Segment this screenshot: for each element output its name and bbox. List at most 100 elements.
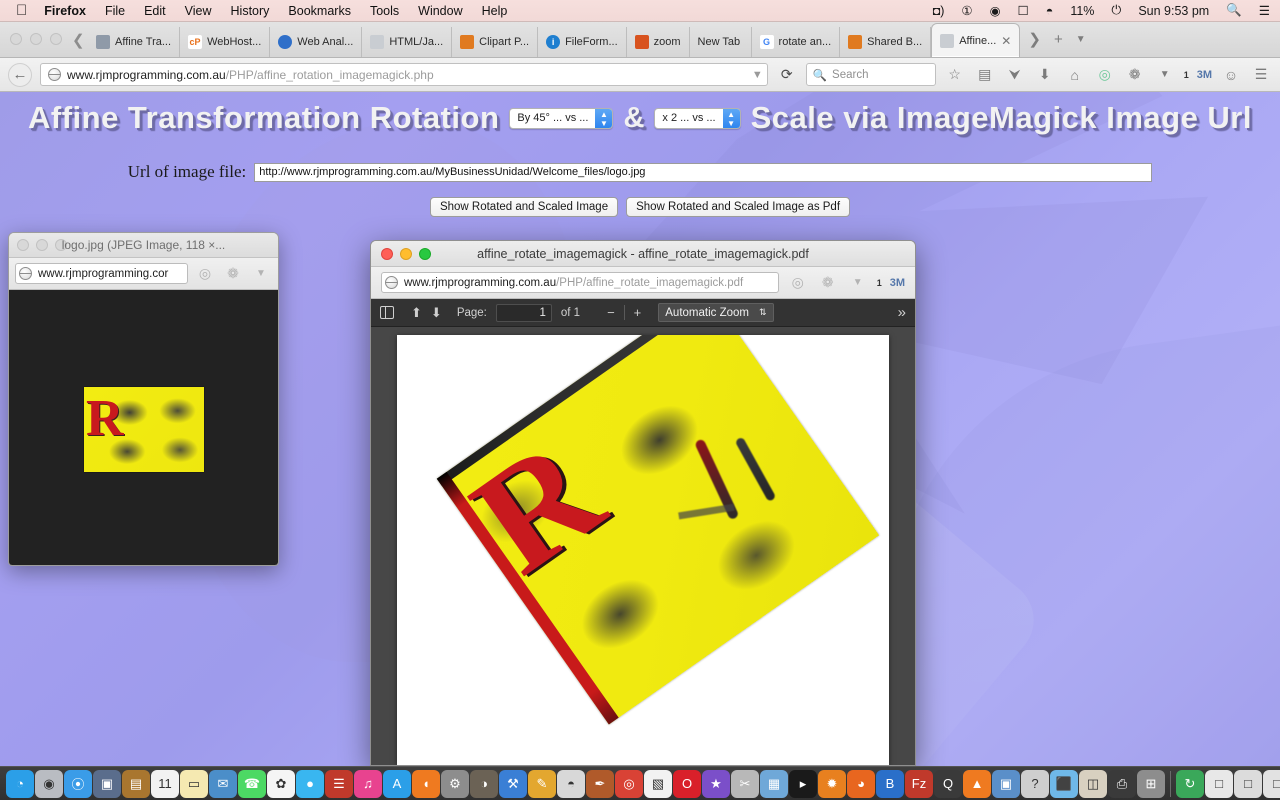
reload-icon[interactable]: ⟳ (776, 66, 798, 83)
minus-icon[interactable]: − (607, 305, 615, 320)
dock-item-ibooks[interactable]: ◖ (412, 769, 440, 798)
dock-item-sync-folder[interactable]: ↻ (1176, 769, 1204, 798)
dock-item-xcode[interactable]: ⚒ (499, 769, 527, 798)
image-url-input[interactable]: http://www.rjmprogramming.com.au/MyBusin… (254, 162, 1153, 182)
dock-item-document-window-3[interactable]: □ (1263, 769, 1280, 798)
clock[interactable]: Sun 9:53 pm (1138, 4, 1209, 18)
pocket-shield-icon[interactable]: ⮟ (1004, 66, 1026, 83)
logo-window-address-bar[interactable]: www.rjmprogramming.cor (15, 263, 188, 284)
sync-circle-icon[interactable]: ◎ (194, 265, 216, 282)
downloads-icon[interactable]: ⬇ (1034, 66, 1056, 83)
menu-item-help[interactable]: Help (482, 4, 508, 18)
sync-circle-icon[interactable]: ◎ (787, 274, 809, 291)
tab-new-tab[interactable]: New Tab (690, 27, 752, 57)
dock-item-virtualbox[interactable]: ⬛ (1050, 769, 1078, 798)
menu-item-tools[interactable]: Tools (370, 4, 399, 18)
battery-charging-icon[interactable]: ⏻ (1111, 3, 1121, 18)
addon-dropdown-icon[interactable]: ▼ (1154, 69, 1176, 80)
dock-item-mail-news[interactable]: ✉ (209, 769, 237, 798)
dock-item-screen-sharing[interactable]: ▣ (992, 769, 1020, 798)
arrow-up-icon[interactable]: ⬆ (411, 305, 422, 321)
dock-item-system-preferences[interactable]: ⚙ (441, 769, 469, 798)
dock-item-textedit[interactable]: ▧ (644, 769, 672, 798)
dock-item-opera[interactable]: O (673, 769, 701, 798)
bittorrent-status-icon[interactable]: ① (961, 3, 972, 18)
dock-item-notes[interactable]: ▭ (180, 769, 208, 798)
dock-item-launchpad[interactable]: ◉ (35, 769, 63, 798)
dock-item-photos-booth[interactable]: ▣ (93, 769, 121, 798)
dock-item-safari[interactable]: ⦿ (64, 769, 92, 798)
dock-item-photos[interactable]: ✿ (267, 769, 295, 798)
dock-item-coteditor[interactable]: ✎ (528, 769, 556, 798)
pdf-window-address-bar[interactable]: www.rjmprogramming.com.au/PHP/affine_rot… (381, 272, 779, 293)
dock-item-firefox[interactable]: ◕ (847, 769, 875, 798)
dock-item-filezilla[interactable]: Fz (905, 769, 933, 798)
dock-item-quicktime[interactable]: Q (934, 769, 962, 798)
maximize-window-button[interactable] (419, 247, 431, 260)
addon-icon[interactable]: ❁ (1124, 66, 1146, 83)
tab-clipart[interactable]: Clipart P... (452, 27, 539, 57)
rotation-select[interactable]: By 45° ... vs ... ▲ ▼ (509, 107, 614, 129)
dock-item-inkscape[interactable]: ★ (702, 769, 730, 798)
show-rotated-scaled-image-button[interactable]: Show Rotated and Scaled Image (429, 197, 619, 217)
tab-fileformat[interactable]: i FileForm... (538, 27, 627, 57)
notification-center-icon[interactable]: ☰ (1259, 3, 1270, 18)
dock-item-bittorrent[interactable]: B (876, 769, 904, 798)
spotlight-search-icon[interactable]: 🔍 (1226, 3, 1242, 18)
dock-item-calculator[interactable]: ⊞ (1137, 769, 1165, 798)
addon-icon[interactable]: ❁ (222, 265, 244, 282)
chevron-right-icon[interactable]: ❯ (1028, 30, 1041, 48)
maximize-window-button[interactable] (50, 33, 62, 45)
dock-item-finder[interactable]: ◔ (6, 769, 34, 798)
plus-icon[interactable]: + (634, 305, 642, 320)
close-window-button[interactable] (10, 33, 22, 45)
close-icon[interactable]: ✕ (1001, 34, 1011, 48)
broadcast-icon[interactable]: ◘) (933, 4, 945, 18)
logo-window-title-bar[interactable]: logo.jpg (JPEG Image, 118 ×... (9, 233, 278, 258)
sync-status-icon[interactable]: ◉ (990, 3, 1001, 18)
dock-item-calendar[interactable]: 11 (151, 769, 179, 798)
plus-icon[interactable]: + (1054, 31, 1063, 48)
chevron-down-icon[interactable]: ▼ (847, 277, 869, 288)
dock-item-dictionary[interactable]: ◫ (1079, 769, 1107, 798)
dock-item-terminal[interactable]: ▸ (789, 769, 817, 798)
airplay-icon[interactable]: ☐ (1018, 3, 1029, 18)
dock-item-facetime[interactable]: ☎ (238, 769, 266, 798)
dock-item-unknown-app[interactable]: ? (1021, 769, 1049, 798)
menu-item-history[interactable]: History (231, 4, 270, 18)
dock-item-chrome[interactable]: ◎ (615, 769, 643, 798)
sync-circle-icon[interactable]: ◎ (1094, 66, 1116, 83)
pdf-viewport[interactable]: R (371, 327, 915, 765)
dock-item-app-store[interactable]: A (383, 769, 411, 798)
menu-item-file[interactable]: File (105, 4, 125, 18)
close-window-button[interactable] (17, 239, 29, 251)
scale-select[interactable]: x 2 ... vs ... ▲ ▼ (654, 107, 741, 129)
dock-item-sketchup[interactable]: ◓ (557, 769, 585, 798)
dock-item-printer[interactable]: ⎙ (1108, 769, 1136, 798)
minimize-window-button[interactable] (400, 247, 412, 260)
double-chevron-right-icon[interactable]: » (898, 304, 906, 321)
feedback-smiley-icon[interactable]: ☺ (1220, 67, 1242, 83)
address-bar[interactable]: www.rjmprogramming.com.au/PHP/affine_rot… (40, 63, 768, 86)
menu-item-window[interactable]: Window (418, 4, 462, 18)
minimize-window-button[interactable] (30, 33, 42, 45)
pdf-window[interactable]: affine_rotate_imagemagick - affine_rotat… (370, 240, 916, 766)
dock-item-messages[interactable]: ● (296, 769, 324, 798)
tab-html-javascript[interactable]: HTML/Ja... (362, 27, 453, 57)
back-arrow-icon[interactable]: ← (8, 62, 32, 87)
dock-item-paint[interactable]: ✒ (586, 769, 614, 798)
dock-item-avast[interactable]: ✹ (818, 769, 846, 798)
tab-affine-active[interactable]: Affine... ✕ (931, 23, 1021, 57)
dock-item-dvd-player[interactable]: ☰ (325, 769, 353, 798)
window-traffic-lights[interactable] (10, 33, 62, 45)
addon-icon[interactable]: ❁ (817, 274, 839, 291)
tab-webhost[interactable]: cP WebHost... (180, 27, 271, 57)
dock-item-gimp[interactable]: ◑ (470, 769, 498, 798)
chevron-down-icon[interactable]: ▼ (752, 69, 763, 81)
menu-item-edit[interactable]: Edit (144, 4, 166, 18)
dock-item-contacts[interactable]: ▤ (122, 769, 150, 798)
pdf-page-input[interactable]: 1 (495, 303, 552, 322)
search-input[interactable]: 🔍 Search (805, 63, 936, 86)
tab-zoom[interactable]: zoom (627, 27, 690, 57)
arrow-down-icon[interactable]: ⬇ (431, 305, 442, 321)
